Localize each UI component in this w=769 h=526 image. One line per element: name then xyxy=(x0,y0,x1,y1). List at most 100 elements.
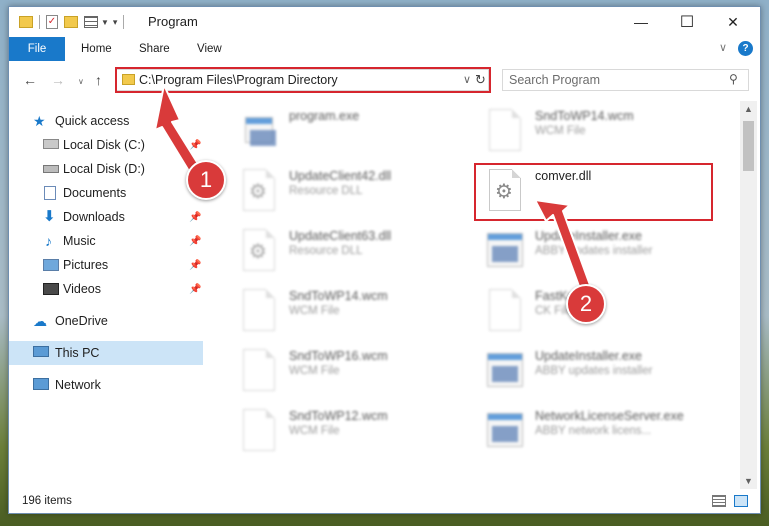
help-icon[interactable]: ? xyxy=(738,41,753,56)
up-arrow-icon[interactable]: ↑ xyxy=(95,72,102,88)
sidebar-item-music[interactable]: ♪ Music 📌 xyxy=(9,229,203,253)
maximize-button[interactable]: ☐ xyxy=(664,7,710,37)
new-folder-icon[interactable] xyxy=(64,16,78,28)
vertical-scrollbar[interactable]: ▲ ▼ xyxy=(740,101,757,489)
file-item[interactable]: SndToWP12.wcm WCM File xyxy=(239,403,479,457)
pin-icon[interactable]: 📌 xyxy=(189,260,201,271)
file-name: UpdateInstaller.exe xyxy=(535,349,643,363)
file-type: WCM File xyxy=(535,125,586,137)
documents-icon xyxy=(44,186,56,200)
window-title: Program xyxy=(148,14,198,29)
customize-arrow-icon[interactable]: ▾ xyxy=(113,17,118,28)
file-item[interactable]: SndToWP14.wcm WCM File xyxy=(239,283,479,337)
sidebar-item-quick-access[interactable]: ★ Quick access xyxy=(9,109,203,133)
file-type: Resource DLL xyxy=(289,185,363,197)
file-type: WCM File xyxy=(289,425,340,437)
view-options-icon[interactable] xyxy=(84,16,98,28)
downloads-icon: ⬇ xyxy=(43,208,56,225)
scroll-up-icon[interactable]: ▲ xyxy=(740,101,757,117)
file-item[interactable]: program.exe xyxy=(239,103,479,157)
sidebar-item-label: Documents xyxy=(63,186,127,200)
pin-icon[interactable]: 📌 xyxy=(189,236,201,247)
tab-home[interactable]: Home xyxy=(69,37,124,61)
details-view-icon[interactable] xyxy=(712,495,726,507)
file-type: ABBY updates installer xyxy=(535,245,653,257)
file-type: WCM File xyxy=(289,305,340,317)
large-icons-view-icon[interactable] xyxy=(734,495,748,507)
status-bar: 196 items xyxy=(9,489,760,513)
tab-file[interactable]: File xyxy=(9,37,65,61)
sidebar-item-local-disk-c[interactable]: Local Disk (C:) 📌 xyxy=(9,133,203,157)
separator xyxy=(123,15,125,29)
scroll-thumb[interactable] xyxy=(743,121,754,171)
computer-icon xyxy=(33,346,49,357)
dropdown-arrow-icon[interactable]: ▼ xyxy=(101,18,109,27)
file-item[interactable]: ⚙ UpdateClient63.dll Resource DLL xyxy=(239,223,479,277)
sidebar-item-network[interactable]: Network xyxy=(9,373,203,397)
sidebar-item-label: Local Disk (D:) xyxy=(63,162,145,176)
videos-icon xyxy=(43,283,59,295)
cloud-icon: ☁ xyxy=(33,313,47,329)
properties-icon[interactable]: ✓ xyxy=(46,15,58,29)
file-item[interactable]: UpdateInstaller.exe ABBY updates install… xyxy=(485,343,725,397)
sidebar-item-label: Music xyxy=(63,234,96,248)
sidebar-item-documents[interactable]: Documents xyxy=(9,181,203,205)
file-item[interactable]: SndToWP14.wcm WCM File xyxy=(485,103,725,157)
star-icon: ★ xyxy=(33,113,46,129)
recent-locations-icon[interactable]: ∨ xyxy=(78,77,84,86)
title-bar: ✓ ▼ ▾ Program — ☐ ✕ xyxy=(9,7,760,37)
executable-icon xyxy=(485,407,523,453)
file-item[interactable]: SndToWP16.wcm WCM File xyxy=(239,343,479,397)
file-item[interactable]: NetworkLicenseServer.exe ABBY network li… xyxy=(485,403,725,457)
minimize-button[interactable]: — xyxy=(618,7,664,37)
file-type: Resource DLL xyxy=(289,245,363,257)
address-highlight-box xyxy=(115,67,491,93)
file-name: NetworkLicenseServer.exe xyxy=(535,409,684,423)
callout-1: 1 xyxy=(186,160,226,200)
sidebar-item-this-pc[interactable]: This PC xyxy=(9,341,203,365)
sidebar-item-pictures[interactable]: Pictures 📌 xyxy=(9,253,203,277)
sidebar-item-label: Pictures xyxy=(63,258,109,272)
file-icon xyxy=(485,287,523,333)
file-name: SndToWP16.wcm xyxy=(289,349,388,363)
file-name: UpdateInstaller.exe xyxy=(535,229,643,243)
pin-icon[interactable]: 📌 xyxy=(189,140,201,151)
scroll-down-icon[interactable]: ▼ xyxy=(740,473,757,489)
file-icon xyxy=(239,287,277,333)
pin-icon[interactable]: 📌 xyxy=(189,212,201,223)
file-highlight-box xyxy=(474,163,713,221)
sidebar-item-label: Quick access xyxy=(55,114,130,128)
file-name: SndToWP14.wcm xyxy=(289,289,388,303)
file-icon xyxy=(485,107,523,153)
close-button[interactable]: ✕ xyxy=(710,7,756,37)
explorer-window: ✓ ▼ ▾ Program — ☐ ✕ File Home Share View… xyxy=(8,6,761,514)
file-item[interactable]: UpdateInstaller.exe ABBY updates install… xyxy=(485,223,725,277)
dll-icon: ⚙ xyxy=(239,227,277,273)
forward-arrow-icon[interactable]: → xyxy=(51,72,65,88)
sidebar-item-videos[interactable]: Videos 📌 xyxy=(9,277,203,301)
file-list: program.exe SndToWP14.wcm WCM File ⚙ Upd… xyxy=(205,101,739,489)
file-type: ABBY updates installer xyxy=(535,365,653,377)
back-arrow-icon[interactable]: ← xyxy=(23,72,37,88)
tab-view[interactable]: View xyxy=(185,37,234,61)
sidebar-item-onedrive[interactable]: ☁ OneDrive xyxy=(9,309,203,333)
item-count: 196 items xyxy=(22,495,72,507)
file-item[interactable]: ⚙ UpdateClient42.dll Resource DLL xyxy=(239,163,479,217)
sidebar-item-downloads[interactable]: ⬇ Downloads 📌 xyxy=(9,205,203,229)
separator xyxy=(39,15,40,29)
search-box[interactable]: ⚲ xyxy=(502,69,749,91)
network-icon xyxy=(33,378,49,390)
file-icon xyxy=(239,347,277,393)
callout-2: 2 xyxy=(566,284,606,324)
folder-icon[interactable] xyxy=(19,16,33,28)
pin-icon[interactable]: 📌 xyxy=(189,284,201,295)
expand-ribbon-icon[interactable]: ∨ xyxy=(719,41,727,54)
drive-icon xyxy=(43,165,59,173)
executable-icon xyxy=(485,227,523,273)
tab-share[interactable]: Share xyxy=(127,37,182,61)
music-icon: ♪ xyxy=(45,233,52,249)
sidebar-item-local-disk-d[interactable]: Local Disk (D:) xyxy=(9,157,203,181)
search-input[interactable] xyxy=(509,72,709,88)
sidebar-item-label: Videos xyxy=(63,282,101,296)
search-icon[interactable]: ⚲ xyxy=(729,72,738,86)
